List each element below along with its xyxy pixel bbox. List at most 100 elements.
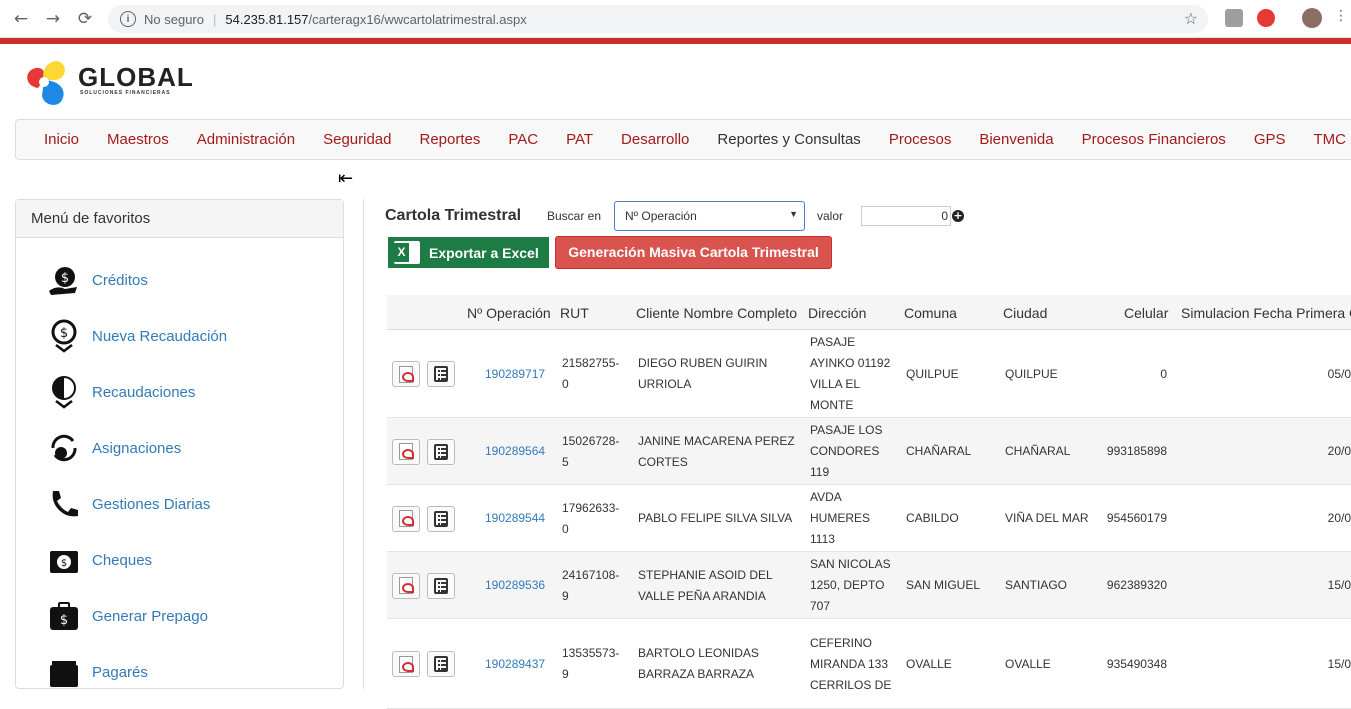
col-operacion[interactable]: Nº Operación xyxy=(467,305,551,321)
col-direccion[interactable]: Dirección xyxy=(808,305,866,321)
nav-inicio[interactable]: Inicio xyxy=(44,131,79,148)
cell-celular: 962389320 xyxy=(1106,578,1167,592)
cell-comuna: SAN MIGUEL xyxy=(906,578,981,592)
nav-procesos-financieros[interactable]: Procesos Financieros xyxy=(1082,131,1226,148)
col-rut[interactable]: RUT xyxy=(560,305,589,321)
col-celular[interactable]: Celular xyxy=(1124,305,1168,321)
sidebar-item-cheques[interactable]: $ Cheques xyxy=(46,540,152,580)
page-title: Cartola Trimestral xyxy=(385,207,522,224)
cell-cliente: STEPHANIE ASOID DEL VALLE PEÑA ARANDIA xyxy=(638,565,773,607)
pdf-button[interactable] xyxy=(392,505,420,532)
sidebar-item-creditos[interactable]: $ Créditos xyxy=(46,260,148,300)
sidebar-item-recaudaciones[interactable]: Recaudaciones xyxy=(46,372,195,412)
content-divider xyxy=(363,199,364,689)
cell-operacion[interactable]: 190289544 xyxy=(485,508,545,529)
detail-button[interactable] xyxy=(427,651,455,677)
sidebar-item-asignaciones[interactable]: Asignaciones xyxy=(46,428,181,468)
cell-direccion-line: AVDA xyxy=(810,490,842,504)
cell-direccion-line: CERRILOS DE xyxy=(810,677,892,692)
nav-reportes-consultas[interactable]: Reportes y Consultas xyxy=(717,131,860,148)
nav-seguridad[interactable]: Seguridad xyxy=(323,131,391,148)
cell-cliente-line: DIEGO RUBEN GUIRIN xyxy=(638,356,768,370)
col-fecha[interactable]: Simulacion Fecha Primera C xyxy=(1181,305,1351,321)
detail-button[interactable] xyxy=(427,438,455,465)
cell-direccion-line: VILLA EL xyxy=(810,377,861,391)
cell-celular: 954560179 xyxy=(1106,511,1167,525)
nav-pac[interactable]: PAC xyxy=(508,131,538,148)
cell-fecha: 05/0 xyxy=(1327,366,1351,381)
pdf-button[interactable] xyxy=(392,361,420,387)
detail-button[interactable] xyxy=(427,572,455,599)
forward-button[interactable]: → xyxy=(42,8,64,30)
back-button[interactable]: ← xyxy=(10,8,32,30)
menu-kebab-icon[interactable]: ⋮ xyxy=(1334,8,1348,26)
cell-celular: 0 xyxy=(1160,366,1167,381)
pdf-button[interactable] xyxy=(392,572,420,599)
col-cliente[interactable]: Cliente Nombre Completo xyxy=(636,305,797,321)
logo: GLOBAL SOLUCIONES FINANCIERAS xyxy=(22,48,202,114)
favorites-sidebar: Menú de favoritos $ Créditos $ Nueva Rec… xyxy=(15,199,344,689)
col-ciudad[interactable]: Ciudad xyxy=(1003,305,1047,321)
cell-operacion[interactable]: 190289437 xyxy=(485,654,545,675)
reload-button[interactable]: ⟳ xyxy=(74,8,96,30)
excel-icon: X xyxy=(394,241,420,264)
search-field-select[interactable]: Nº Operación ▼ xyxy=(614,201,805,231)
cell-ciudad: OVALLE xyxy=(1005,656,1051,671)
sidebar-item-pagares[interactable]: Pagarés xyxy=(46,652,148,692)
cell-rut-line: 24167108- xyxy=(562,567,620,582)
export-excel-button[interactable]: X Exportar a Excel xyxy=(388,237,549,268)
cell-cliente-line: BARTOLO LEONIDAS xyxy=(638,646,759,660)
detail-button[interactable] xyxy=(427,361,455,387)
nav-tmc[interactable]: TMC xyxy=(1314,131,1347,148)
nav-pat[interactable]: PAT xyxy=(566,131,593,148)
adblock-extension-icon[interactable] xyxy=(1257,9,1275,27)
sidebar-item-label: Pagarés xyxy=(92,663,148,681)
detail-button[interactable] xyxy=(427,505,455,532)
table-row: 190289544 17962633- 0 PABLO FELIPE SILVA SI… xyxy=(387,485,1351,552)
col-comuna[interactable]: Comuna xyxy=(904,305,957,321)
nav-gps[interactable]: GPS xyxy=(1254,131,1286,148)
cell-operacion[interactable]: 190289536 xyxy=(485,575,545,596)
logo-tagline: SOLUCIONES FINANCIERAS xyxy=(80,90,171,96)
pdf-icon xyxy=(399,577,414,594)
nav-bienvenida[interactable]: Bienvenida xyxy=(979,131,1053,148)
pdf-button[interactable] xyxy=(392,651,420,677)
collapse-sidebar-icon[interactable]: ⇤ xyxy=(338,168,353,189)
cell-cliente-line: URRIOLA xyxy=(638,377,692,391)
table-row: 190289536 24167108- 9 STEPHANIE ASOID DEL VA… xyxy=(387,552,1351,619)
svg-text:$: $ xyxy=(60,613,68,628)
bookmark-star-icon[interactable]: ☆ xyxy=(1184,9,1198,29)
cell-direccion-line: 119 xyxy=(810,465,830,479)
cell-operacion[interactable]: 190289564 xyxy=(485,441,545,462)
cell-rut: 21582755- 0 xyxy=(562,353,619,395)
cell-cliente: DIEGO RUBEN GUIRIN URRIOLA xyxy=(638,353,767,395)
nav-administracion[interactable]: Administración xyxy=(197,131,295,148)
cell-direccion-line: PASAJE xyxy=(810,335,856,349)
cell-operacion[interactable]: 190289717 xyxy=(485,364,545,385)
money-hand-icon: $ xyxy=(46,262,82,298)
value-input[interactable]: 0 xyxy=(861,206,951,226)
wallet-icon: $ xyxy=(46,598,82,634)
list-icon xyxy=(434,510,448,527)
url-host: 54.235.81.157 xyxy=(225,11,309,27)
mass-generation-button[interactable]: Generación Masiva Cartola Trimestral xyxy=(555,236,832,269)
nav-procesos[interactable]: Procesos xyxy=(889,131,952,148)
sidebar-item-label: Recaudaciones xyxy=(92,383,196,401)
sidebar-item-label: Gestiones Diarias xyxy=(92,495,211,513)
sidebar-item-nueva-recaudacion[interactable]: $ Nueva Recaudación xyxy=(46,316,227,356)
cell-comuna: CHAÑARAL xyxy=(906,444,972,458)
pdf-extension-icon[interactable] xyxy=(1225,9,1243,27)
address-bar[interactable]: i No seguro | 54.235.81.157 /carteragx16… xyxy=(108,5,1208,33)
nav-desarrollo[interactable]: Desarrollo xyxy=(621,131,689,148)
cell-ciudad: SANTIAGO xyxy=(1005,578,1068,592)
cell-cliente-line: BARRAZA BARRAZA xyxy=(638,667,755,681)
cell-direccion-line: 1250, DEPTO xyxy=(810,578,885,592)
add-filter-icon[interactable]: + xyxy=(952,210,964,222)
nav-maestros[interactable]: Maestros xyxy=(107,131,169,148)
sidebar-item-gestiones-diarias[interactable]: Gestiones Diarias xyxy=(46,484,210,524)
pdf-button[interactable] xyxy=(392,438,420,465)
nav-reportes[interactable]: Reportes xyxy=(419,131,480,148)
avatar[interactable] xyxy=(1302,8,1322,28)
info-icon[interactable]: i xyxy=(120,11,136,27)
sidebar-item-generar-prepago[interactable]: $ Generar Prepago xyxy=(46,596,208,636)
